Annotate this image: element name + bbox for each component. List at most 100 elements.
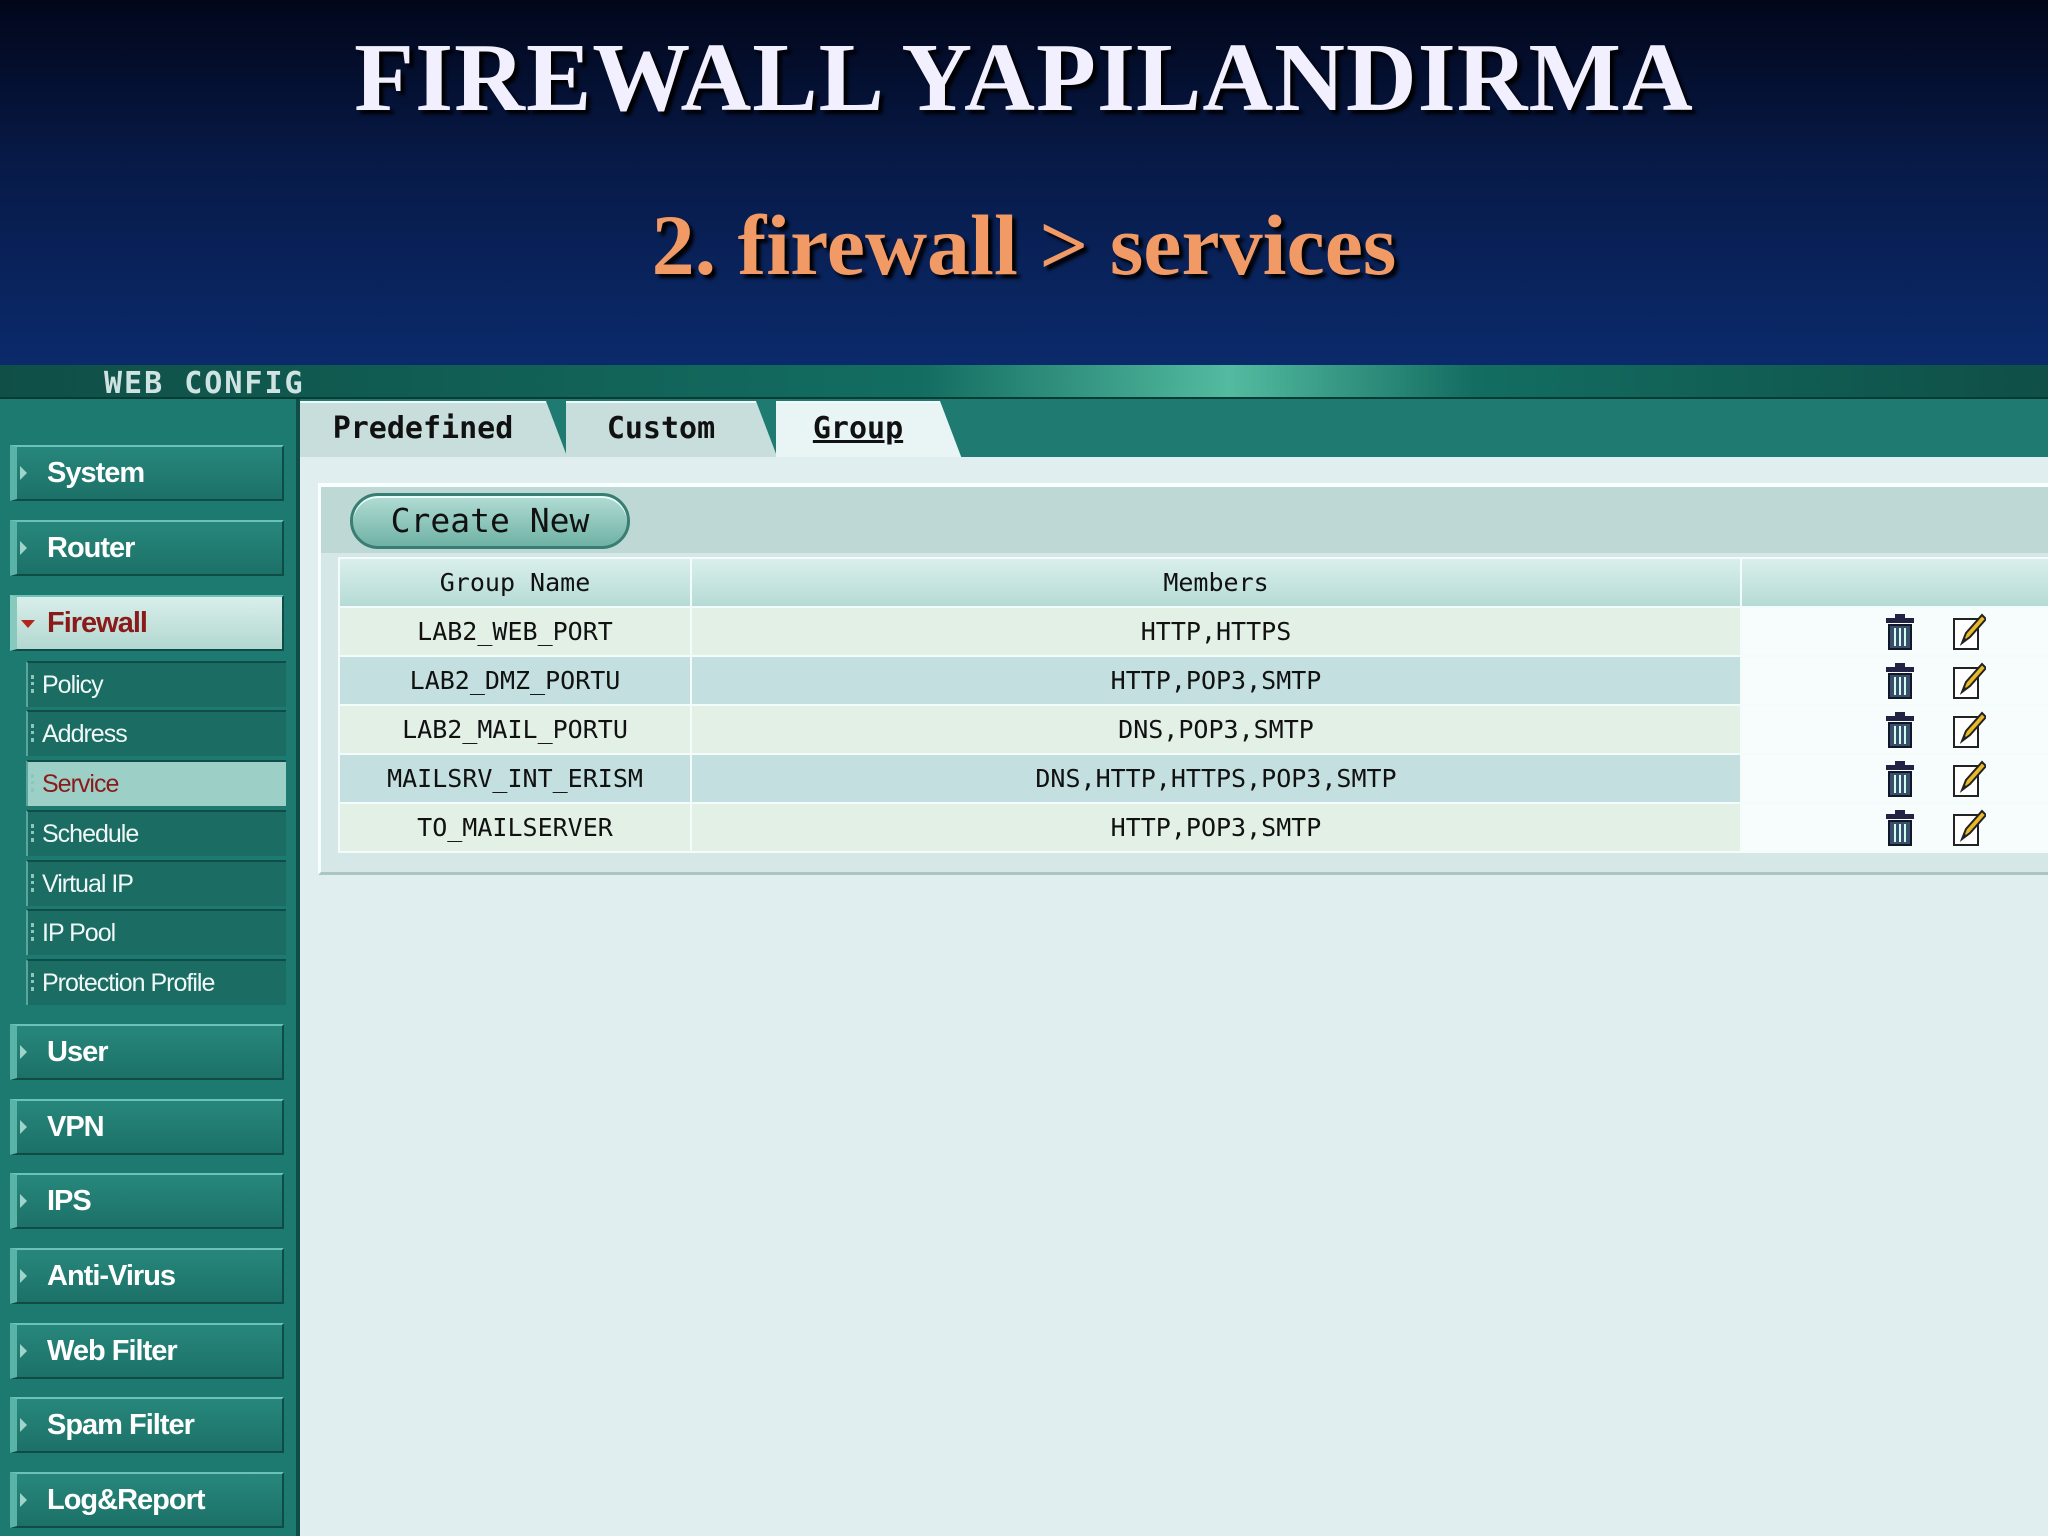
- sidebar-item-label: Anti-Virus: [47, 1260, 176, 1292]
- dotted-bullet-icon: [31, 923, 37, 941]
- sidebar-subitem-service[interactable]: Service: [26, 760, 286, 806]
- caret-right-icon: [20, 1120, 27, 1134]
- trash-icon[interactable]: [1883, 613, 1917, 651]
- cell-group-name: LAB2_MAIL_PORTU: [338, 704, 692, 755]
- slide-header: FIREWALL YAPILANDIRMA 2. firewall > serv…: [0, 0, 2048, 365]
- tab-label: Predefined: [332, 411, 514, 446]
- cell-group-name: LAB2_DMZ_PORTU: [338, 655, 692, 706]
- table-header-row: Group Name Members: [338, 557, 2048, 608]
- sidebar-subitem-label: Address: [42, 720, 128, 748]
- caret-right-icon: [20, 541, 27, 555]
- sidebar-item-label: Firewall: [47, 607, 148, 639]
- cell-members: HTTP,POP3,SMTP: [690, 655, 1742, 706]
- edit-icon[interactable]: [1952, 809, 1986, 847]
- tab-bar: Predefined Custom Group: [300, 399, 2048, 459]
- sidebar-item-label: Log&Report: [47, 1484, 206, 1516]
- table-row: LAB2_MAIL_PORTU DNS,POP3,SMTP: [338, 704, 2048, 755]
- sidebar-item-label: User: [47, 1036, 108, 1068]
- tab-predefined[interactable]: Predefined: [300, 401, 568, 459]
- cell-members: HTTP,HTTPS: [690, 606, 1742, 657]
- table-row: LAB2_WEB_PORT HTTP,HTTPS: [338, 606, 2048, 657]
- sidebar-subitem-label: Policy: [42, 671, 104, 699]
- sidebar-item-web-filter[interactable]: Web Filter: [10, 1323, 284, 1379]
- tab-label: Custom: [606, 411, 716, 446]
- caret-right-icon: [20, 1269, 27, 1283]
- tab-custom[interactable]: Custom: [566, 401, 778, 459]
- sidebar-item-spam-filter[interactable]: Spam Filter: [10, 1397, 284, 1453]
- sidebar-subitem-label: Protection Profile: [42, 969, 215, 997]
- caret-right-icon: [20, 1493, 27, 1507]
- cell-actions: [1740, 802, 2048, 853]
- sidebar-subitem-policy[interactable]: Policy: [26, 661, 286, 707]
- create-new-button[interactable]: Create New: [350, 493, 630, 549]
- sidebar-subitem-schedule[interactable]: Schedule: [26, 810, 286, 856]
- sidebar-item-router[interactable]: Router: [10, 520, 284, 576]
- sidebar-item-log-report[interactable]: Log&Report: [10, 1472, 284, 1528]
- sidebar-item-anti-virus[interactable]: Anti-Virus: [10, 1248, 284, 1304]
- sidebar-item-label: System: [47, 457, 145, 489]
- sidebar-item-label: IPS: [47, 1185, 92, 1217]
- dotted-bullet-icon: [31, 973, 37, 991]
- sidebar-subitem-label: Schedule: [42, 820, 139, 848]
- cell-group-name: TO_MAILSERVER: [338, 802, 692, 853]
- caret-right-icon: [20, 1418, 27, 1432]
- column-header-actions: [1740, 557, 2048, 608]
- sidebar-item-ips[interactable]: IPS: [10, 1173, 284, 1229]
- app-header-bar: WEB CONFIG: [0, 365, 2048, 401]
- cell-actions: [1740, 655, 2048, 706]
- cell-members: DNS,POP3,SMTP: [690, 704, 1742, 755]
- sidebar-subitem-label: IP Pool: [42, 919, 116, 947]
- dotted-bullet-icon: [31, 774, 37, 792]
- sidebar-subitem-protection-profile[interactable]: Protection Profile: [26, 959, 286, 1005]
- sidebar-subitem-ip-pool[interactable]: IP Pool: [26, 909, 286, 955]
- tab-label: Group: [812, 411, 904, 446]
- slide-title: FIREWALL YAPILANDIRMA: [354, 24, 1694, 132]
- tab-group[interactable]: Group: [776, 401, 962, 459]
- edit-icon[interactable]: [1952, 613, 1986, 651]
- table-row: TO_MAILSERVER HTTP,POP3,SMTP: [338, 802, 2048, 853]
- sidebar-item-firewall[interactable]: Firewall: [10, 595, 284, 651]
- edit-icon[interactable]: [1952, 760, 1986, 798]
- edit-icon[interactable]: [1952, 662, 1986, 700]
- service-group-table: Group Name Members LAB2_WEB_PORT HTTP,HT…: [338, 557, 2048, 853]
- sidebar-item-user[interactable]: User: [10, 1024, 284, 1080]
- trash-icon[interactable]: [1883, 662, 1917, 700]
- dotted-bullet-icon: [31, 824, 37, 842]
- cell-members: HTTP,POP3,SMTP: [690, 802, 1742, 853]
- cell-actions: [1740, 704, 2048, 755]
- trash-icon[interactable]: [1883, 809, 1917, 847]
- table-row: MAILSRV_INT_ERISM DNS,HTTP,HTTPS,POP3,SM…: [338, 753, 2048, 804]
- caret-right-icon: [20, 1045, 27, 1059]
- cell-group-name: MAILSRV_INT_ERISM: [338, 753, 692, 804]
- caret-right-icon: [20, 1194, 27, 1208]
- caret-down-icon: [21, 620, 35, 628]
- dotted-bullet-icon: [31, 874, 37, 892]
- sidebar-subitem-label: Service: [42, 770, 119, 798]
- trash-icon[interactable]: [1883, 711, 1917, 749]
- slide-subtitle: 2. firewall > services: [651, 197, 1397, 293]
- sidebar-item-label: Router: [47, 532, 135, 564]
- cell-actions: [1740, 606, 2048, 657]
- sidebar-item-vpn[interactable]: VPN: [10, 1099, 284, 1155]
- sidebar-item-label: Spam Filter: [47, 1409, 195, 1441]
- cell-members: DNS,HTTP,HTTPS,POP3,SMTP: [690, 753, 1742, 804]
- sidebar-subitem-address[interactable]: Address: [26, 710, 286, 756]
- sidebar-item-label: Web Filter: [47, 1335, 178, 1367]
- sidebar: System Router Firewall Policy Address Se…: [0, 399, 300, 1536]
- cell-actions: [1740, 753, 2048, 804]
- sidebar-item-system[interactable]: System: [10, 445, 284, 501]
- caret-right-icon: [20, 1344, 27, 1358]
- trash-icon[interactable]: [1883, 760, 1917, 798]
- dotted-bullet-icon: [31, 675, 37, 693]
- sidebar-item-label: VPN: [47, 1111, 105, 1143]
- sidebar-subitem-virtual-ip[interactable]: Virtual IP: [26, 860, 286, 906]
- dotted-bullet-icon: [31, 724, 37, 742]
- column-header-members[interactable]: Members: [690, 557, 1742, 608]
- caret-right-icon: [20, 466, 27, 480]
- edit-icon[interactable]: [1952, 711, 1986, 749]
- table-row: LAB2_DMZ_PORTU HTTP,POP3,SMTP: [338, 655, 2048, 706]
- app-header-label: WEB CONFIG: [104, 366, 305, 401]
- sidebar-subitem-label: Virtual IP: [42, 870, 134, 898]
- column-header-group-name[interactable]: Group Name: [338, 557, 692, 608]
- cell-group-name: LAB2_WEB_PORT: [338, 606, 692, 657]
